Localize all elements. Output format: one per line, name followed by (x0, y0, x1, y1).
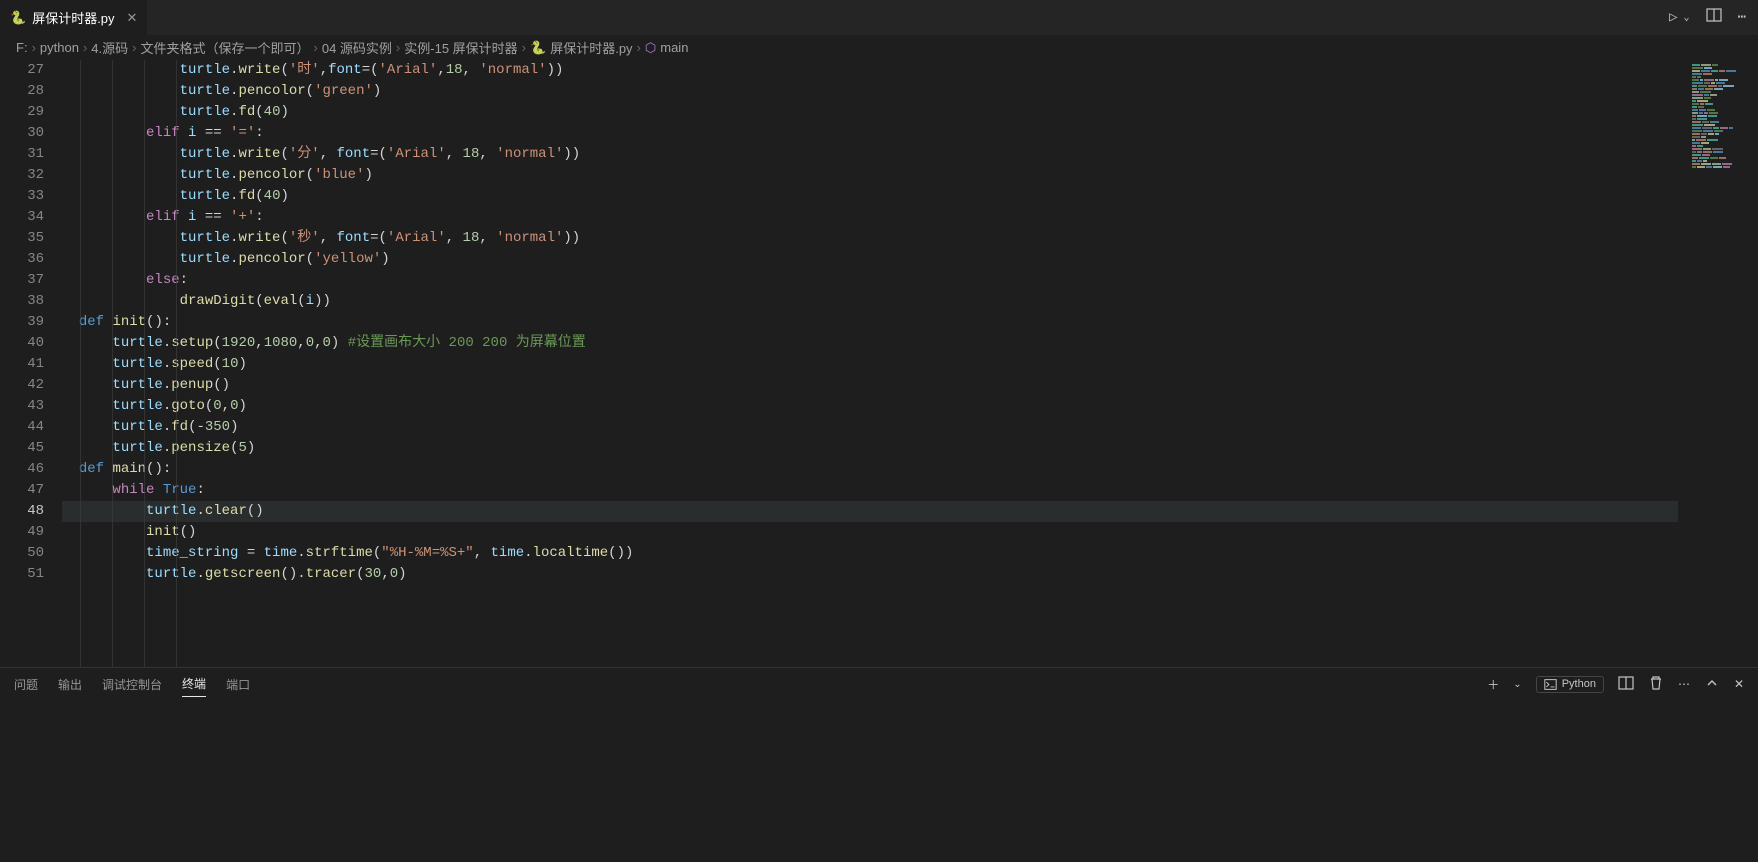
tab-debug-console[interactable]: 调试控制台 (102, 672, 162, 697)
breadcrumb-item[interactable]: 4.源码 (91, 38, 128, 57)
code-line[interactable]: def init(): (62, 312, 1678, 333)
chevron-right-icon: › (396, 40, 400, 55)
editor-toolbar: ▷ ⌄ ⋯ (1669, 0, 1758, 35)
new-terminal-icon[interactable]: ＋ (1487, 676, 1499, 693)
code-line[interactable]: else: (62, 270, 1678, 291)
breadcrumb-item[interactable]: 屏保计时器.py (550, 38, 632, 57)
run-dropdown-icon[interactable]: ⌄ (1684, 12, 1690, 24)
more-panel-actions-icon[interactable]: ⋯ (1678, 677, 1690, 691)
maximize-panel-icon[interactable] (1704, 675, 1720, 694)
breadcrumb[interactable]: F: › python › 4.源码 › 文件夹格式（保存一个即可） › 04 源码实例… (0, 35, 1758, 60)
code-line[interactable]: turtle.fd(40) (62, 186, 1678, 207)
code-line[interactable]: turtle.write('秒', font=('Arial', 18, 'no… (62, 228, 1678, 249)
breadcrumb-item[interactable]: 文件夹格式（保存一个即可） (140, 38, 309, 57)
code-line[interactable]: turtle.goto(0,0) (62, 396, 1678, 417)
chevron-right-icon: › (83, 40, 87, 55)
breadcrumb-item[interactable]: python (40, 40, 79, 55)
tab-filename: 屏保计时器.py (32, 8, 114, 27)
python-file-icon: 🐍 (10, 10, 26, 26)
symbol-function-icon: ⬡ (645, 40, 656, 56)
code-editor[interactable]: 2728293031323334353637383940414243444546… (0, 60, 1758, 667)
code-line[interactable]: turtle.getscreen().tracer(30,0) (62, 564, 1678, 585)
code-line[interactable]: turtle.pencolor('blue') (62, 165, 1678, 186)
code-line[interactable]: def main(): (62, 459, 1678, 480)
code-line[interactable]: turtle.write('分', font=('Arial', 18, 'no… (62, 144, 1678, 165)
more-actions-icon[interactable]: ⋯ (1738, 9, 1746, 26)
tab-terminal[interactable]: 终端 (182, 671, 206, 697)
chevron-right-icon: › (314, 40, 318, 55)
terminal-body[interactable] (0, 700, 1758, 862)
panel-actions: ＋ ⌄ Python ⋯ ✕ (1487, 675, 1744, 694)
breadcrumb-item[interactable]: F: (16, 40, 28, 55)
breadcrumb-item[interactable]: main (660, 40, 688, 55)
breadcrumb-item[interactable]: 实例-15 屏保计时器 (404, 38, 517, 57)
code-line[interactable]: init() (62, 522, 1678, 543)
tab-output[interactable]: 输出 (58, 672, 82, 697)
code-line[interactable]: while True: (62, 480, 1678, 501)
code-line[interactable]: turtle.pensize(5) (62, 438, 1678, 459)
file-tab[interactable]: 🐍 屏保计时器.py ✕ (0, 0, 148, 35)
python-file-icon: 🐍 (530, 40, 546, 56)
code-line[interactable]: time_string = time.strftime("%H-%M=%S+",… (62, 543, 1678, 564)
code-content[interactable]: turtle.write('时',font=('Arial',18, 'norm… (62, 60, 1678, 667)
chevron-right-icon: › (132, 40, 136, 55)
close-tab-icon[interactable]: ✕ (127, 10, 138, 26)
editor-tabs: 🐍 屏保计时器.py ✕ ▷ ⌄ ⋯ (0, 0, 1758, 35)
code-line[interactable]: turtle.pencolor('yellow') (62, 249, 1678, 270)
minimap-content (1692, 64, 1752, 169)
run-button[interactable]: ▷ (1669, 9, 1677, 26)
breadcrumb-item[interactable]: 04 源码实例 (322, 38, 392, 57)
code-line[interactable]: elif i == '+': (62, 207, 1678, 228)
code-line[interactable]: turtle.clear() (62, 501, 1678, 522)
terminal-dropdown-icon[interactable]: ⌄ (1513, 679, 1521, 690)
code-line[interactable]: turtle.fd(40) (62, 102, 1678, 123)
code-line[interactable]: turtle.speed(10) (62, 354, 1678, 375)
split-editor-icon[interactable] (1706, 7, 1722, 28)
tab-ports[interactable]: 端口 (226, 672, 250, 697)
terminal-profile[interactable]: Python (1536, 676, 1604, 693)
line-numbers: 2728293031323334353637383940414243444546… (0, 60, 62, 667)
code-line[interactable]: elif i == '=': (62, 123, 1678, 144)
code-line[interactable]: turtle.write('时',font=('Arial',18, 'norm… (62, 60, 1678, 81)
panel-tabs: 问题 输出 调试控制台 终端 端口 ＋ ⌄ Python ⋯ ✕ (0, 668, 1758, 700)
chevron-right-icon: › (522, 40, 526, 55)
code-line[interactable]: turtle.setup(1920,1080,0,0) #设置画布大小 200 … (62, 333, 1678, 354)
bottom-panel: 问题 输出 调试控制台 终端 端口 ＋ ⌄ Python ⋯ ✕ (0, 667, 1758, 862)
close-panel-icon[interactable]: ✕ (1734, 677, 1744, 691)
code-line[interactable]: turtle.pencolor('green') (62, 81, 1678, 102)
chevron-right-icon: › (32, 40, 36, 55)
code-line[interactable]: turtle.penup() (62, 375, 1678, 396)
tab-problems[interactable]: 问题 (14, 672, 38, 697)
minimap[interactable] (1678, 60, 1758, 667)
split-terminal-icon[interactable] (1618, 675, 1634, 694)
kill-terminal-icon[interactable] (1648, 675, 1664, 694)
chevron-right-icon: › (637, 40, 641, 55)
code-line[interactable]: turtle.fd(-350) (62, 417, 1678, 438)
terminal-profile-label: Python (1562, 678, 1596, 690)
code-line[interactable]: drawDigit(eval(i)) (62, 291, 1678, 312)
